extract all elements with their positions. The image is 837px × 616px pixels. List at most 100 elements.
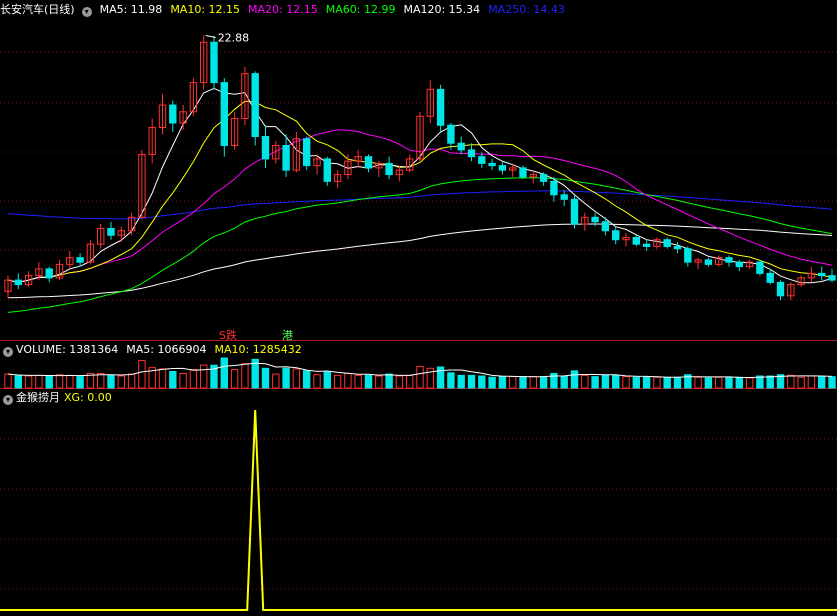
candle-body <box>776 281 785 297</box>
ma60-line <box>7 177 833 313</box>
candle-body <box>519 167 527 178</box>
candle-body <box>818 272 826 277</box>
volume-bar <box>127 373 136 389</box>
candle-body <box>488 162 496 167</box>
volume-bar <box>14 375 22 389</box>
candle-body <box>303 138 311 167</box>
volume-bar <box>323 371 331 389</box>
volume-bar <box>745 377 754 389</box>
volume-bar <box>55 374 64 389</box>
volume-bar <box>673 376 682 389</box>
volume-bar <box>230 369 239 389</box>
candle-body <box>323 158 331 182</box>
volume-bar <box>375 375 383 389</box>
volume-bar <box>704 377 713 389</box>
volume-bar <box>529 376 537 389</box>
candle-body <box>169 104 177 124</box>
candle-body <box>550 180 558 196</box>
volume-bar <box>97 372 105 389</box>
candle-body <box>45 268 53 279</box>
volume-bar <box>725 376 733 389</box>
volume-bar <box>539 376 548 389</box>
candle-body <box>457 142 465 151</box>
candle-body <box>570 198 579 225</box>
volume-bar <box>282 367 290 389</box>
volume-bar <box>715 376 723 389</box>
volume-bar <box>333 374 342 389</box>
candle-body <box>601 221 610 232</box>
kline-chart: 22.88 <box>0 31 837 611</box>
volume-bar <box>241 363 249 389</box>
volume-bar <box>4 373 12 389</box>
xg-signal-line <box>0 409 837 611</box>
volume-bar <box>488 376 496 389</box>
volume-bar <box>138 360 146 389</box>
candle-body <box>684 248 692 263</box>
volume-bar <box>416 365 424 389</box>
candle-body <box>14 279 22 286</box>
candle-body <box>447 124 455 144</box>
volume-bar <box>354 374 362 389</box>
candle-body <box>673 245 682 250</box>
volume-bar <box>261 367 270 389</box>
peak-label: 22.88 <box>218 31 250 44</box>
candle-body <box>591 216 599 223</box>
volume-bar <box>612 374 620 389</box>
volume-bar <box>395 375 404 389</box>
volume-bar <box>519 376 527 389</box>
volume-bar <box>756 375 764 389</box>
volume-bar <box>364 374 373 389</box>
volume-bar <box>622 376 630 389</box>
candle-body <box>704 259 713 265</box>
volume-bar <box>694 376 702 389</box>
candle-body <box>828 275 836 281</box>
volume-bar <box>653 376 661 389</box>
candle-body <box>210 41 218 84</box>
volume-bar <box>818 376 826 389</box>
volume-bar <box>478 375 486 389</box>
volume-bar <box>570 370 579 389</box>
candle-body <box>261 135 270 160</box>
volume-bar <box>45 375 53 389</box>
volume-bar <box>766 375 774 389</box>
volume-bar <box>35 374 43 389</box>
candle-body <box>766 272 774 283</box>
volume-bar <box>509 376 517 389</box>
volume-bar <box>591 376 599 389</box>
volume-bar <box>467 374 476 389</box>
volume-bar <box>107 374 115 389</box>
candle-body <box>385 162 393 176</box>
candle-body <box>612 230 620 241</box>
volume-bar <box>601 374 610 389</box>
volume-bar <box>189 369 198 389</box>
candle-body <box>642 243 651 247</box>
volume-bar <box>632 376 640 389</box>
volume-bar <box>66 374 74 389</box>
volume-bar <box>828 376 836 389</box>
volume-bar <box>272 373 280 389</box>
volume-bar <box>200 364 208 389</box>
volume-bar <box>498 376 507 389</box>
volume-bar <box>642 376 651 389</box>
volume-bar <box>581 374 589 389</box>
volume-bar <box>344 372 352 389</box>
candle-body <box>364 156 373 169</box>
candle-body <box>756 261 764 274</box>
volume-bar <box>560 375 568 389</box>
candle-body <box>251 73 259 137</box>
volume-bar <box>117 375 125 389</box>
candle-body <box>76 257 84 263</box>
volume-bar <box>406 374 414 389</box>
volume-bar <box>179 372 187 389</box>
volume-bar <box>220 357 228 389</box>
candle-body <box>560 194 568 200</box>
candle-body <box>282 144 290 171</box>
candle-body <box>663 239 671 247</box>
candle-body <box>725 257 733 263</box>
volume-bar <box>158 368 167 389</box>
candle-body <box>735 261 743 268</box>
volume-bar <box>292 368 301 389</box>
volume-bar <box>385 373 393 389</box>
volume-bar <box>447 372 455 389</box>
volume-bar <box>787 374 795 389</box>
